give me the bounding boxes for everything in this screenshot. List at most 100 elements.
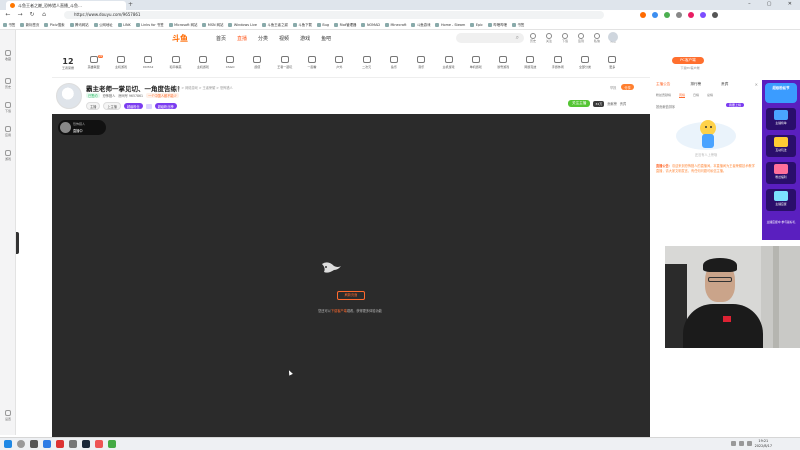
task-view-icon[interactable] <box>30 440 38 448</box>
bookmark-item[interactable]: 公网地址 <box>93 22 113 27</box>
breadcrumb[interactable]: 斗鱼 > 网络游戏 > 王者荣耀 > 恐怖猎人 <box>174 85 233 90</box>
edge-sidebar-item[interactable]: 下载 <box>2 102 14 113</box>
share-button[interactable]: 分享 <box>621 84 634 90</box>
anchor-avatar[interactable] <box>56 83 82 109</box>
edge-sidebar-item[interactable]: 历史 <box>2 78 14 89</box>
url-input[interactable]: https://www.douyu.com/9657861 <box>64 11 604 19</box>
category-item[interactable]: DOTA2 <box>135 56 162 69</box>
panel-tab[interactable]: 主播公告 <box>656 82 670 87</box>
bookmark-item[interactable]: Pixiv搜索 <box>44 22 65 27</box>
follow-button[interactable]: 关注主播 <box>568 100 591 107</box>
bookmark-item[interactable]: 腾讯网站 <box>69 22 89 27</box>
search-icon[interactable] <box>17 440 25 448</box>
forward-icon[interactable]: → <box>16 11 24 19</box>
category-item[interactable]: 暴雪游戏 <box>489 56 516 69</box>
extension-icon[interactable] <box>664 12 670 18</box>
category-item[interactable]: 二次元 <box>353 56 380 69</box>
under-pill[interactable]: 上主播 <box>103 102 121 110</box>
nav-item[interactable]: 直播 <box>237 35 247 42</box>
nav-item[interactable]: 游戏 <box>300 35 310 42</box>
system-tray[interactable] <box>731 441 752 446</box>
under-pill[interactable]: 主播 <box>86 102 101 110</box>
category-item[interactable]: 网游竞技 <box>517 56 544 69</box>
edge-sidebar-item[interactable]: 游戏 <box>2 150 14 161</box>
edge-sidebar-item[interactable]: 收藏 <box>2 50 14 61</box>
windows-start-icon[interactable] <box>4 440 12 448</box>
category-item[interactable]: CSGO <box>216 56 243 69</box>
bookmark-item[interactable]: 斗鱼下载 <box>292 22 312 27</box>
category-item[interactable]: 主机游戏 <box>435 56 462 69</box>
search-icon[interactable]: ⌕ <box>516 34 519 42</box>
bookmark-item[interactable]: 斗鱼王者之巅 <box>262 22 288 27</box>
panel-subtab[interactable]: 周榜 <box>679 93 686 98</box>
bookmark-item[interactable]: 哔哩哔哩 <box>487 22 507 27</box>
refresh-page-button[interactable]: 刷新页面 <box>337 291 365 300</box>
header-icon-item[interactable]: 下载 <box>560 33 570 43</box>
sort-label[interactable]: 按贡献值排序 <box>656 104 675 109</box>
category-item[interactable]: 一起看 <box>298 56 325 69</box>
super-fan-rank-pill[interactable]: 超级粉丝榜 <box>154 103 177 109</box>
super-fan-pill[interactable]: 超级粉丝 <box>123 103 143 109</box>
promo-card[interactable]: 主播榜单 <box>766 108 796 130</box>
category-item[interactable]: 全部分类 <box>571 56 598 69</box>
header-icon-item[interactable]: 签到 <box>576 33 586 43</box>
extension-icon[interactable] <box>640 12 646 18</box>
douyu-logo[interactable]: 斗鱼 <box>172 33 188 44</box>
category-item[interactable]: 手游休闲 <box>544 56 571 69</box>
steam-icon[interactable] <box>82 440 90 448</box>
header-icon-item[interactable]: 私信 <box>592 33 602 43</box>
bookmark-item[interactable]: 新标签页 <box>20 22 39 27</box>
extension-icon[interactable] <box>652 12 658 18</box>
player-anchor-badge[interactable]: 恐怖猎人 直播中 <box>58 120 106 135</box>
contrib-link[interactable]: 贡献榜 <box>607 101 617 106</box>
room-tag[interactable]: 一个中国人都不能少 <box>146 93 179 98</box>
category-item[interactable]: 音乐 <box>408 56 435 69</box>
panel-subtab[interactable]: 总榜 <box>707 93 713 98</box>
edge-sidebar-item[interactable]: 设置 <box>2 410 14 421</box>
promo-banner[interactable]: 超级粉丝节 主播榜单 互动玩法 粉丝福利 主播应援 主播应援中 参与赢好礼 <box>762 80 800 240</box>
promo-card[interactable]: 粉丝福利 <box>766 162 796 184</box>
profile-icon[interactable] <box>700 12 706 18</box>
video-player[interactable]: 恐怖猎人 直播中 刷新页面 您还可以下载客户端观看，获得更多体验功能 <box>52 114 650 437</box>
bookmark-item[interactable]: Links for 书签 <box>135 22 164 27</box>
category-item[interactable]: 单机游戏 <box>462 56 489 69</box>
category-item[interactable]: 20 英雄联盟 <box>80 55 107 69</box>
category-item[interactable]: 主机游戏 <box>189 56 216 69</box>
header-icon-item[interactable]: 关注 <box>544 33 554 43</box>
home-icon[interactable]: ⌂ <box>40 11 48 19</box>
edge-sidebar-item[interactable]: 应用 <box>2 126 14 137</box>
panel-tab[interactable]: 排行榜 <box>690 82 701 87</box>
avatar[interactable] <box>608 32 618 42</box>
nav-item[interactable]: 视频 <box>279 35 289 42</box>
bookmark-item[interactable]: Microsoft 网站 <box>168 22 197 27</box>
category-item[interactable]: 鱼乐 <box>380 56 407 69</box>
category-item[interactable]: 颜值 <box>244 56 271 69</box>
browser-tab[interactable]: 斗鱼王者之巅_恐怖猎人直播_斗鱼… <box>6 1 126 10</box>
bookmark-item[interactable]: Epic <box>470 22 483 27</box>
back-icon[interactable]: ← <box>4 11 12 19</box>
category-item-first[interactable]: 12 王者荣耀 <box>58 57 78 70</box>
close-icon[interactable]: ✕ <box>788 1 792 9</box>
app-icon[interactable] <box>108 440 116 448</box>
search-input[interactable]: ⌕ <box>456 33 524 43</box>
bookmark-item[interactable]: NOMAD <box>361 22 380 27</box>
category-item[interactable]: 和平精英 <box>162 56 189 69</box>
pc-client-button[interactable]: PC客户端 <box>672 57 704 64</box>
promo-card[interactable]: 互动玩法 <box>766 135 796 157</box>
nav-item[interactable]: 鱼吧 <box>321 35 331 42</box>
bookmark-item[interactable]: MSN 网站 <box>202 22 223 27</box>
refresh-icon[interactable]: ↻ <box>28 11 36 19</box>
maximize-icon[interactable]: ▢ <box>767 1 772 9</box>
category-item[interactable]: 主机游戏 <box>107 56 134 69</box>
panel-subtab[interactable]: 日榜 <box>693 93 699 98</box>
download-client-link[interactable]: 下载客户端 <box>331 309 347 313</box>
bookmark-item[interactable]: Home - Steam <box>435 22 465 27</box>
app-icon[interactable] <box>95 440 103 448</box>
bookmark-item[interactable]: LINK <box>117 22 131 27</box>
promo-bottom[interactable]: 主播应援中 参与赢好礼 <box>766 220 796 224</box>
minimize-icon[interactable]: – <box>748 1 751 9</box>
panel-subtab[interactable]: 粉丝贡献榜 <box>656 93 671 98</box>
close-icon[interactable]: ✕ <box>755 82 758 87</box>
join-rank-button[interactable]: 我要上榜 <box>726 103 745 107</box>
app-icon[interactable] <box>56 440 64 448</box>
